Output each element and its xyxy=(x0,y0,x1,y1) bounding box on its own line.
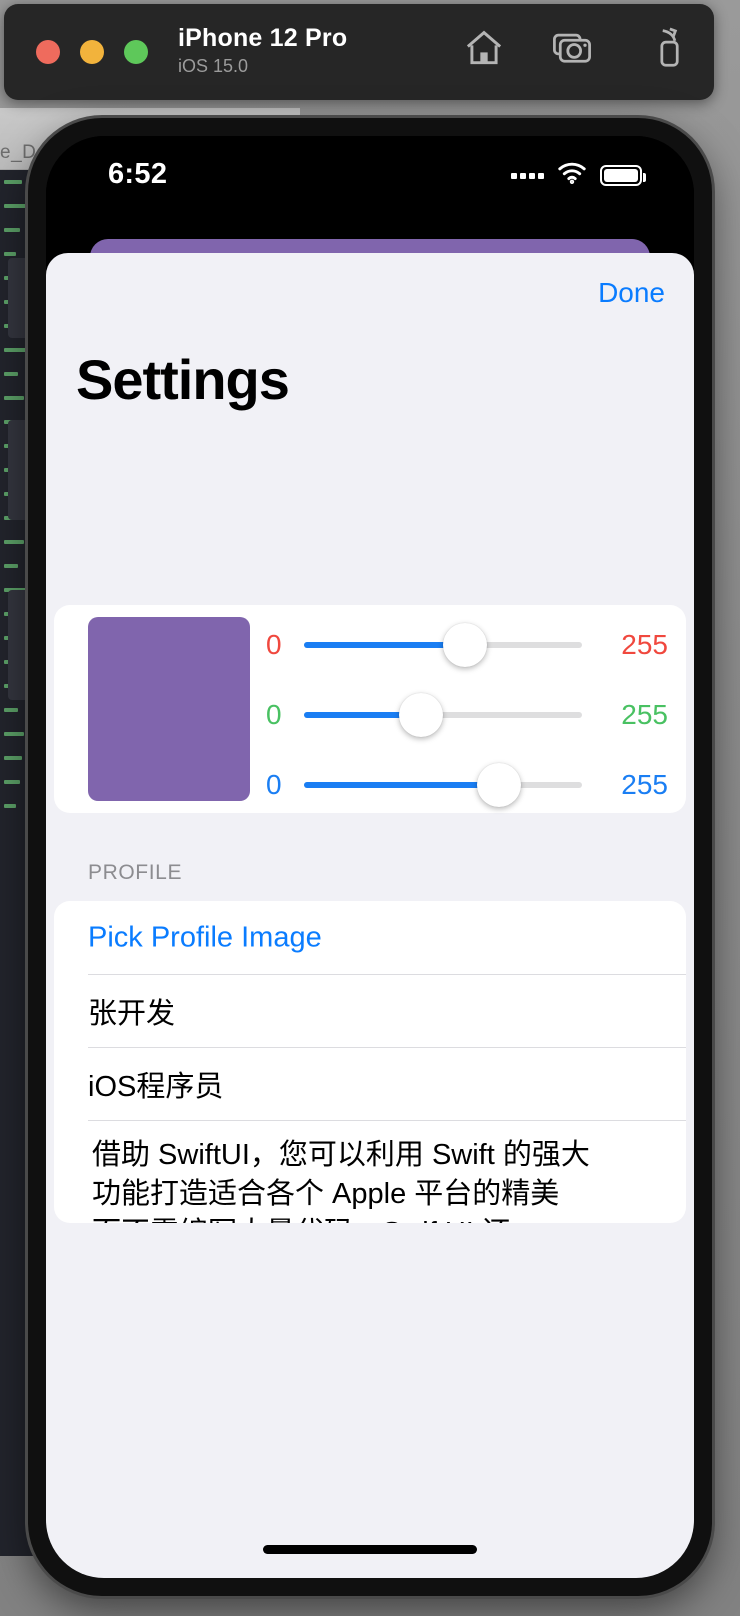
pick-profile-image-row[interactable]: Pick Profile Image xyxy=(54,901,686,974)
close-window-button[interactable] xyxy=(36,40,60,64)
profile-role-row[interactable]: iOS程序员 xyxy=(54,1047,686,1120)
green-slider-thumb[interactable] xyxy=(398,693,443,737)
blue-slider-max-label: 255 xyxy=(621,769,668,800)
green-slider-min-label: 0 xyxy=(266,699,282,730)
profile-bio-line-2: 功能打造适合各个 Apple 平台的精美 xyxy=(92,1178,560,1210)
minimize-window-button[interactable] xyxy=(80,40,104,64)
status-bar-clock: 6:52 xyxy=(108,158,168,190)
profile-name-value[interactable]: 张开发 xyxy=(88,990,175,1032)
zoom-window-button[interactable] xyxy=(124,40,148,64)
home-indicator[interactable] xyxy=(263,1545,477,1554)
simulator-title-bar: iPhone 12 Pro iOS 15.0 xyxy=(4,4,714,100)
home-icon[interactable] xyxy=(462,26,506,70)
simulator-device-name: iPhone 12 Pro xyxy=(178,24,348,52)
cell-signal-dots-icon xyxy=(511,172,544,179)
blue-slider-thumb[interactable] xyxy=(476,763,521,807)
color-settings-card: 0 255 0 255 0 255 xyxy=(54,605,686,813)
profile-name-row[interactable]: 张开发 xyxy=(54,974,686,1047)
wifi-icon xyxy=(557,162,587,189)
profile-bio-text[interactable]: 借助 SwiftUI，您可以利用 Swift 的强大 功能打造适合各个 Appl… xyxy=(92,1136,664,1223)
section-header-profile: PROFILE xyxy=(88,861,183,884)
red-slider-row: 0 255 xyxy=(266,619,668,671)
status-bar-indicators xyxy=(511,162,646,189)
blue-slider-track[interactable] xyxy=(304,763,582,807)
blue-slider-min-label: 0 xyxy=(266,769,282,800)
iphone-device-frame: 6:52 Done Settings 0 255 0 255 0 255 PRO… xyxy=(28,118,712,1596)
simulator-titles: iPhone 12 Pro iOS 15.0 xyxy=(178,24,347,77)
device-screen: 6:52 Done Settings 0 255 0 255 0 255 PRO… xyxy=(46,136,694,1578)
battery-full-icon xyxy=(600,165,646,186)
screenshot-camera-icon[interactable] xyxy=(550,26,594,70)
red-slider-thumb[interactable] xyxy=(443,623,488,667)
page-title: Settings xyxy=(76,348,290,411)
profile-bio-line-3: 而不需编写大量代码。SwiftUI 还 xyxy=(92,1214,664,1223)
pick-profile-image-label[interactable]: Pick Profile Image xyxy=(88,921,322,954)
settings-sheet: Done Settings HEADER BACKGROUND COLOR 0 … xyxy=(46,253,694,1578)
status-bar: 6:52 xyxy=(46,136,694,212)
red-slider-max-label: 255 xyxy=(621,629,668,660)
red-slider-track[interactable] xyxy=(304,623,582,667)
row-divider xyxy=(88,1120,686,1121)
simulator-os-version: iOS 15.0 xyxy=(178,56,249,76)
red-slider-min-label: 0 xyxy=(266,629,282,660)
profile-card: Pick Profile Image 张开发 iOS程序员 借助 SwiftUI… xyxy=(54,901,686,1223)
window-traffic-lights xyxy=(36,40,148,64)
color-preview-swatch xyxy=(88,617,250,801)
sheet-toolbar: Done xyxy=(598,277,665,309)
green-slider-max-label: 255 xyxy=(621,699,668,730)
profile-bio-line-1: 借助 SwiftUI，您可以利用 Swift 的强大 xyxy=(92,1139,590,1171)
blue-slider-row: 0 255 xyxy=(266,759,668,811)
share-rotate-icon[interactable] xyxy=(638,26,682,70)
green-slider-row: 0 255 xyxy=(266,689,668,741)
profile-role-value[interactable]: iOS程序员 xyxy=(88,1063,223,1105)
simulator-toolbar xyxy=(462,26,682,70)
blue-slider-fill xyxy=(304,782,499,788)
red-slider-fill xyxy=(304,642,466,648)
done-button[interactable]: Done xyxy=(598,277,665,309)
green-slider-track[interactable] xyxy=(304,693,582,737)
